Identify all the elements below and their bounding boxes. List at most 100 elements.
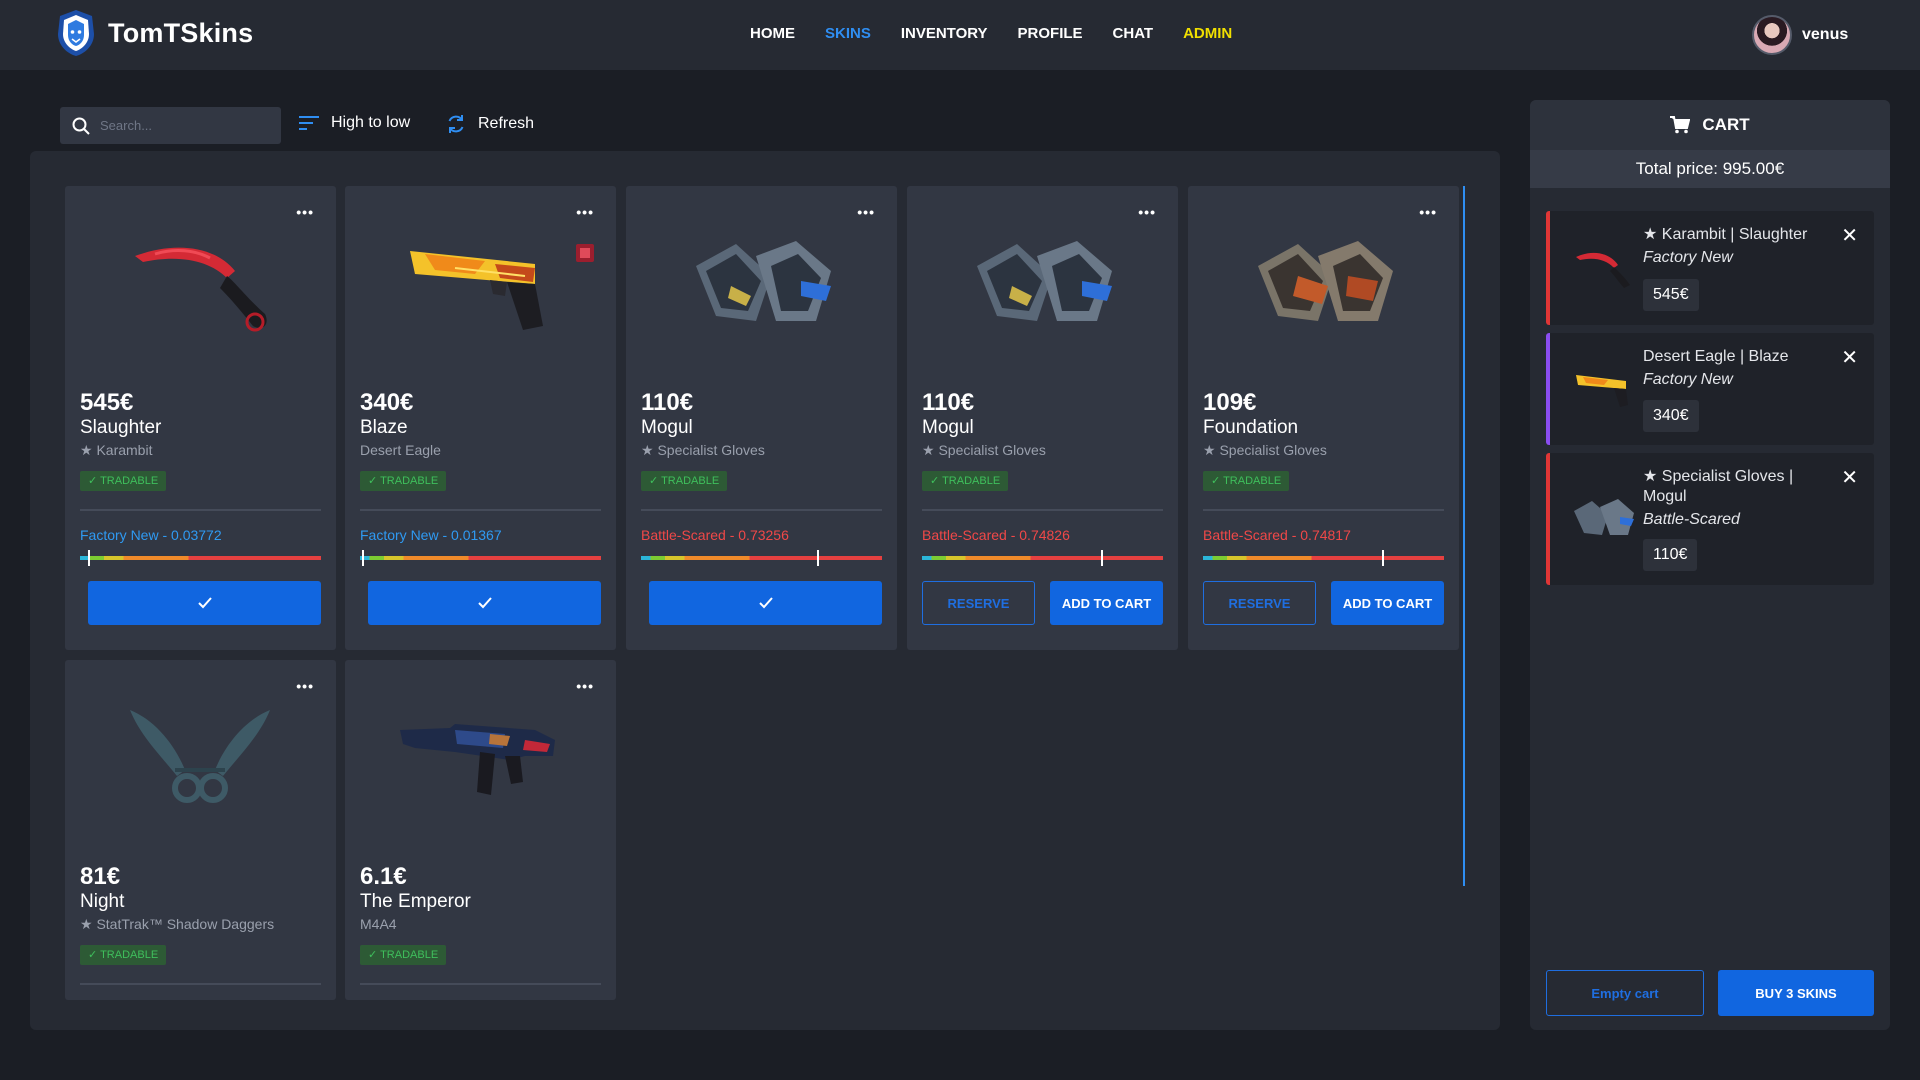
cart-item: ★ Karambit | Slaughter Factory New 545€ … — [1546, 211, 1874, 325]
skins-grid: ••• 545€ Slaughter ★ Karambit ✓ TRADABLE… — [30, 151, 1500, 1030]
divider — [641, 509, 882, 511]
tradable-label: TRADABLE — [661, 475, 720, 487]
remove-item-close-icon[interactable]: ✕ — [1841, 465, 1858, 490]
tradable-label: TRADABLE — [942, 475, 1001, 487]
user-menu[interactable]: venus — [1752, 15, 1848, 55]
sort-icon — [299, 116, 319, 130]
skin-card[interactable]: ••• 109€ Foundation ★ Specialist Gloves … — [1188, 186, 1459, 650]
brand-name: TomTSkins — [108, 17, 254, 48]
skin-card[interactable]: ••• 545€ Slaughter ★ Karambit ✓ TRADABLE… — [65, 186, 336, 650]
scrollbar[interactable] — [1463, 186, 1465, 886]
tradable-badge: ✓ TRADABLE — [80, 471, 167, 491]
search-icon — [72, 117, 90, 135]
card-weapon-name: ★ StatTrak™ Shadow Daggers — [80, 916, 275, 932]
tradable-label: TRADABLE — [380, 949, 439, 961]
more-options-icon[interactable]: ••• — [1138, 204, 1156, 220]
card-skin-name: Night — [80, 891, 125, 912]
reserve-button[interactable]: RESERVE — [1203, 581, 1316, 625]
gloves-image — [1258, 241, 1393, 321]
divider — [360, 983, 601, 985]
divider — [80, 983, 321, 985]
card-skin-name: Mogul — [922, 417, 974, 438]
sort-button[interactable]: High to low — [299, 114, 410, 132]
avatar[interactable] — [1752, 15, 1792, 55]
float-label: Factory New - 0.03772 — [80, 527, 222, 543]
float-marker — [362, 550, 365, 566]
tradable-label: TRADABLE — [100, 949, 159, 961]
add-to-cart-button[interactable]: ADD TO CART — [1050, 581, 1163, 625]
reserve-button[interactable]: RESERVE — [922, 581, 1035, 625]
divider — [922, 509, 1163, 511]
cart-header: CART — [1530, 100, 1890, 150]
float-marker — [1101, 550, 1104, 566]
refresh-label: Refresh — [478, 115, 535, 132]
in-cart-button[interactable] — [368, 581, 601, 625]
in-cart-button[interactable] — [88, 581, 321, 625]
tradable-badge: ✓ TRADABLE — [641, 471, 728, 491]
card-skin-name: Foundation — [1203, 417, 1299, 438]
nav-home[interactable]: HOME — [750, 25, 795, 42]
more-options-icon[interactable]: ••• — [576, 678, 594, 694]
check-icon — [477, 597, 492, 609]
more-options-icon[interactable]: ••• — [576, 204, 594, 220]
skin-card[interactable]: ••• 340€ Blaze Desert Eagle ✓ TRADABLE F… — [345, 186, 616, 650]
cart-item-name: Desert Eagle | Blaze — [1643, 348, 1789, 365]
nav-skins[interactable]: SKINS — [825, 25, 871, 42]
in-cart-button[interactable] — [649, 581, 882, 625]
more-options-icon[interactable]: ••• — [857, 204, 875, 220]
empty-cart-button[interactable]: Empty cart — [1546, 970, 1704, 1016]
add-to-cart-button[interactable]: ADD TO CART — [1331, 581, 1444, 625]
cart-item-name: ★ Karambit | Slaughter — [1643, 226, 1808, 243]
float-label: Factory New - 0.01367 — [360, 527, 502, 543]
remove-item-close-icon[interactable]: ✕ — [1841, 223, 1858, 248]
divider — [360, 509, 601, 511]
gloves-image — [977, 241, 1112, 321]
karambit-image — [135, 247, 267, 332]
cart-item: ★ Specialist Gloves | Mogul Battle-Scare… — [1546, 453, 1874, 585]
float-marker — [88, 550, 91, 566]
cart-item: Desert Eagle | Blaze Factory New 340€ ✕ — [1546, 333, 1874, 445]
float-marker — [816, 550, 819, 566]
float-bar — [1203, 550, 1444, 566]
top-navbar: TomTSkins HOME SKINS INVENTORY PROFILE C… — [0, 0, 1920, 70]
username[interactable]: venus — [1802, 26, 1848, 44]
more-options-icon[interactable]: ••• — [296, 204, 314, 220]
cart-item-price: 340€ — [1643, 400, 1699, 432]
divider — [80, 509, 321, 511]
card-price: 6.1€ — [360, 863, 407, 890]
cart-total: Total price: 995.00€ — [1530, 150, 1890, 188]
nav-chat[interactable]: CHAT — [1113, 25, 1154, 42]
cart-title: CART — [1702, 115, 1750, 134]
card-price: 545€ — [80, 389, 134, 416]
card-weapon-name: Desert Eagle — [360, 442, 441, 458]
search-input[interactable] — [100, 118, 270, 133]
skin-card[interactable]: ••• 110€ Mogul ★ Specialist Gloves ✓ TRA… — [907, 186, 1178, 650]
float-label: Battle-Scared - 0.74826 — [922, 527, 1070, 543]
sticker-icon — [576, 244, 594, 262]
more-options-icon[interactable]: ••• — [1419, 204, 1437, 220]
refresh-button[interactable]: Refresh — [446, 114, 534, 134]
card-price: 110€ — [641, 389, 694, 416]
nav-inventory[interactable]: INVENTORY — [901, 25, 988, 42]
refresh-icon — [448, 115, 464, 133]
float-bar — [922, 550, 1163, 566]
skin-card[interactable]: ••• 110€ Mogul ★ Specialist Gloves ✓ TRA… — [626, 186, 897, 650]
gloves-thumbnail — [1574, 499, 1634, 535]
float-bar — [80, 550, 321, 566]
skin-card[interactable]: ••• 6.1€ The Emperor M4A4 ✓ TRADABLE — [345, 660, 616, 1000]
cart-item-condition: Battle-Scared — [1643, 511, 1740, 528]
tradable-label: TRADABLE — [100, 475, 159, 487]
skin-card[interactable]: ••• 81€ Night ★ StatTrak™ Shadow Daggers… — [65, 660, 336, 1000]
search-box[interactable] — [60, 107, 281, 144]
more-options-icon[interactable]: ••• — [296, 678, 314, 694]
card-weapon-name: ★ Karambit — [80, 442, 153, 458]
buy-skins-button[interactable]: BUY 3 SKINS — [1718, 970, 1874, 1016]
brand[interactable]: TomTSkins — [54, 8, 253, 58]
float-marker — [1382, 550, 1385, 566]
tradable-badge: ✓ TRADABLE — [80, 945, 167, 965]
nav-admin[interactable]: ADMIN — [1183, 25, 1232, 42]
remove-item-close-icon[interactable]: ✕ — [1841, 345, 1858, 370]
cart-item-price: 545€ — [1643, 279, 1699, 311]
nav-profile[interactable]: PROFILE — [1018, 25, 1083, 42]
cart-item-condition: Factory New — [1643, 371, 1733, 388]
